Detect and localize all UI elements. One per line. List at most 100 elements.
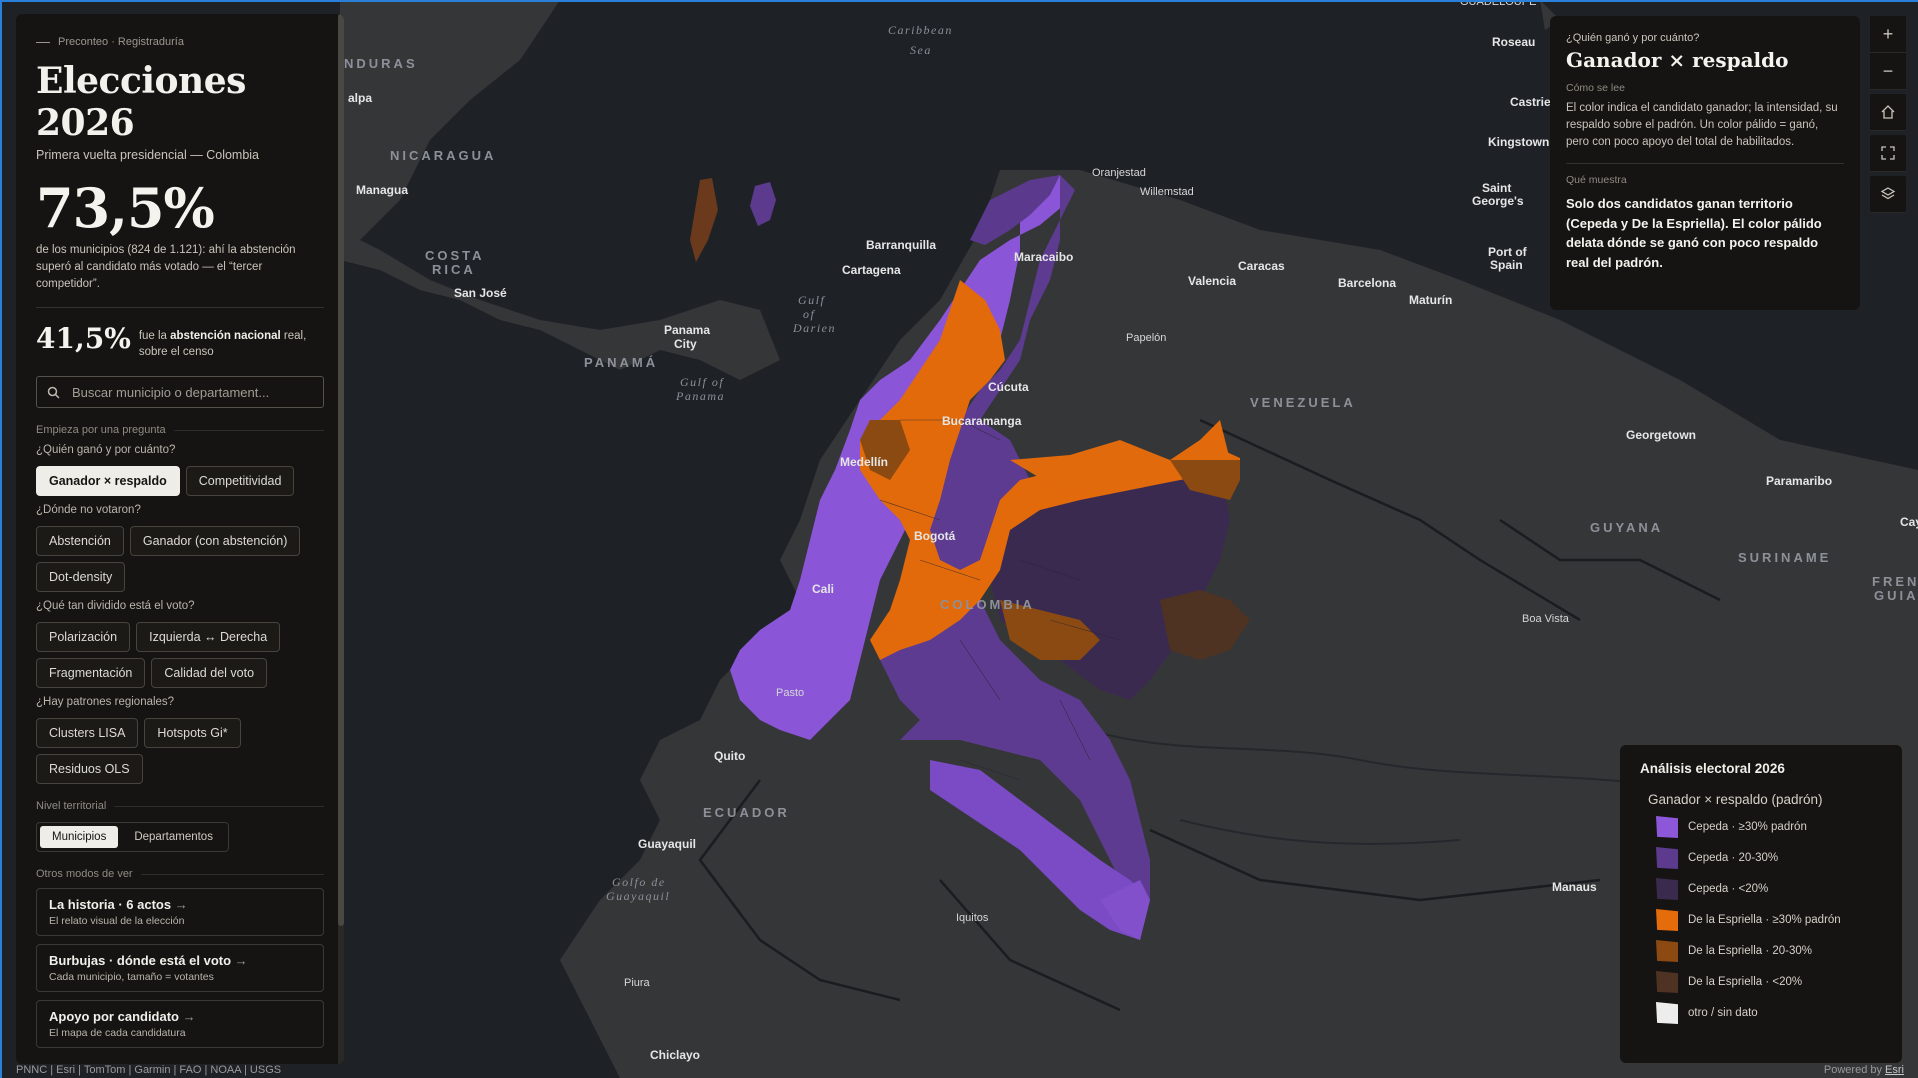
label-city: Bogotá xyxy=(914,529,956,543)
info-how-text: El color indica el candidato ganador; la… xyxy=(1566,102,1838,148)
layers-button[interactable] xyxy=(1870,176,1906,213)
label-country: NDURAS xyxy=(344,56,418,71)
label-city: Pasto xyxy=(776,687,804,699)
mode-card-historia[interactable]: La historia · 6 actos → El relato visual… xyxy=(36,888,324,936)
fragmentacion-button[interactable]: Fragmentación xyxy=(36,658,146,688)
info-shows-label: Qué muestra xyxy=(1566,174,1627,186)
label-city: Roseau xyxy=(1492,35,1535,49)
fullscreen-button[interactable] xyxy=(1870,135,1906,172)
page-title: Elecciones 2026 xyxy=(36,60,246,144)
scrollbar-thumb[interactable] xyxy=(338,14,344,926)
ganador-abstencion-button[interactable]: Ganador (con abstención) xyxy=(129,526,301,556)
ganador-respaldo-button[interactable]: Ganador × respaldo xyxy=(36,466,180,496)
mode-card-apoyo[interactable]: Apoyo por candidato → El mapa de cada ca… xyxy=(36,1000,324,1048)
section-label: Otros modos de ver xyxy=(36,868,324,880)
legend-label: Cepeda · <20% xyxy=(1688,883,1769,895)
home-icon xyxy=(1881,105,1895,119)
label-country: NICARAGUA xyxy=(390,148,496,163)
legend-label: Cepeda · ≥30% padrón xyxy=(1688,821,1807,833)
label-city: Piura xyxy=(624,977,651,989)
label-city: Medellín xyxy=(840,455,888,469)
map-legend: Análisis electoral 2026 Ganador × respal… xyxy=(1620,745,1902,1063)
legend-item: Cepeda · 20-30% xyxy=(1656,847,1882,869)
national-desc-bold: abstención nacional xyxy=(170,330,281,342)
legend-item: Cepeda · ≥30% padrón xyxy=(1656,816,1882,838)
label-city: Barcelona xyxy=(1338,276,1396,290)
hotspots-button[interactable]: Hotspots Gi* xyxy=(144,718,241,748)
card-subtitle: El mapa de cada candidatura xyxy=(49,1027,186,1039)
label-city: San José xyxy=(454,286,507,300)
fullscreen-icon xyxy=(1881,146,1895,160)
label-sea: Caribbean xyxy=(888,23,953,37)
legend-item: De la Espriella · ≥30% padrón xyxy=(1656,909,1882,931)
info-shows-text: Solo dos candidatos ganan territorio (Ce… xyxy=(1566,196,1822,270)
territorial-level-toggle: Municipios Departamentos xyxy=(36,822,229,852)
question-winner: ¿Quién ganó y por cuánto? xyxy=(36,444,176,456)
label-city: Spain xyxy=(1490,258,1523,272)
zoom-out-button[interactable]: − xyxy=(1870,53,1906,90)
polarizacion-button[interactable]: Polarización xyxy=(36,622,131,652)
label-city: Papelón xyxy=(1126,332,1166,344)
label-city: Valencia xyxy=(1188,274,1236,288)
label-country: PANAMÁ xyxy=(584,355,658,370)
abstencion-button[interactable]: Abstención xyxy=(36,526,124,556)
label-city: Quito xyxy=(714,749,745,763)
search-box[interactable] xyxy=(36,376,324,408)
section-label-text: Otros modos de ver xyxy=(36,868,133,880)
label-city: Cali xyxy=(812,582,834,596)
calidad-voto-button[interactable]: Calidad del voto xyxy=(151,658,268,688)
section-label: Empieza por una pregunta xyxy=(36,424,324,436)
label-gulf: Guayaquil xyxy=(606,889,670,903)
departamentos-option[interactable]: Departamentos xyxy=(122,826,225,848)
arrow-right-icon: → xyxy=(182,1009,196,1024)
dot-density-button[interactable]: Dot-density xyxy=(36,562,126,592)
residuos-ols-button[interactable]: Residuos OLS xyxy=(36,754,143,784)
question-division: ¿Qué tan dividido está el voto? xyxy=(36,600,195,612)
label-country: COLOMBIA xyxy=(940,597,1035,612)
question-regional: ¿Hay patrones regionales? xyxy=(36,696,175,708)
legend-swatch xyxy=(1656,816,1678,838)
label-city: Boa Vista xyxy=(1522,613,1570,625)
label-city: Maturín xyxy=(1409,293,1452,307)
card-title: Burbujas · dónde está el voto → xyxy=(49,953,311,968)
legend-subtitle: Ganador × respaldo (padrón) xyxy=(1648,792,1823,807)
powered-by-text: Powered by xyxy=(1823,1064,1886,1076)
label-city: Kingstown xyxy=(1488,135,1549,149)
legend-swatch xyxy=(1656,940,1678,962)
label-city: Cay xyxy=(1900,515,1918,529)
legend-swatch xyxy=(1656,971,1678,993)
headline-description: de los municipios (824 de 1.121): ahí la… xyxy=(36,244,296,290)
label-country: VENEZUELA xyxy=(1250,395,1356,410)
home-button[interactable] xyxy=(1870,94,1906,131)
izquierda-derecha-button[interactable]: Izquierda ↔ Derecha xyxy=(136,622,281,652)
info-heading: Ganador × respaldo xyxy=(1566,48,1789,72)
label-city: Bucaramanga xyxy=(942,414,1022,428)
label-city: Saint xyxy=(1482,181,1511,195)
label-city: Port of xyxy=(1488,245,1528,259)
label-city: Paramaribo xyxy=(1766,474,1832,488)
competitividad-button[interactable]: Competitividad xyxy=(185,466,295,496)
label-country: RICA xyxy=(432,262,476,277)
mode-card-burbujas[interactable]: Burbujas · dónde está el voto → Cada mun… xyxy=(36,944,324,992)
national-description: fue la abstención nacional real, sobre e… xyxy=(139,328,324,360)
label-city: Oranjestad xyxy=(1092,167,1146,179)
sidebar-scrollbar[interactable] xyxy=(338,14,344,1064)
card-title-text: Apoyo por candidato xyxy=(49,1009,179,1024)
zoom-in-button[interactable]: + xyxy=(1870,16,1906,53)
info-panel: ¿Quién ganó y por cuánto? Ganador × resp… xyxy=(1550,16,1860,310)
minus-icon: − xyxy=(1882,60,1894,81)
municipios-option[interactable]: Municipios xyxy=(40,826,119,848)
label-gulf: Golfo de xyxy=(612,875,666,889)
label-city: Maracaibo xyxy=(1014,250,1073,264)
clusters-lisa-button[interactable]: Clusters LISA xyxy=(36,718,139,748)
legend-label: De la Espriella · ≥30% padrón xyxy=(1688,914,1841,926)
esri-link[interactable]: Esri xyxy=(1885,1064,1904,1076)
button-group-regional: Clusters LISA Hotspots Gi* Residuos OLS xyxy=(36,718,324,784)
dash-icon xyxy=(36,41,50,43)
info-how-label: Cómo se lee xyxy=(1566,82,1625,94)
label-gulf: Darien xyxy=(792,321,836,335)
label-city: City xyxy=(674,337,697,351)
national-desc-pre: fue la xyxy=(138,330,171,342)
search-input[interactable] xyxy=(69,383,313,401)
map-toolbar: + − xyxy=(1870,16,1906,213)
